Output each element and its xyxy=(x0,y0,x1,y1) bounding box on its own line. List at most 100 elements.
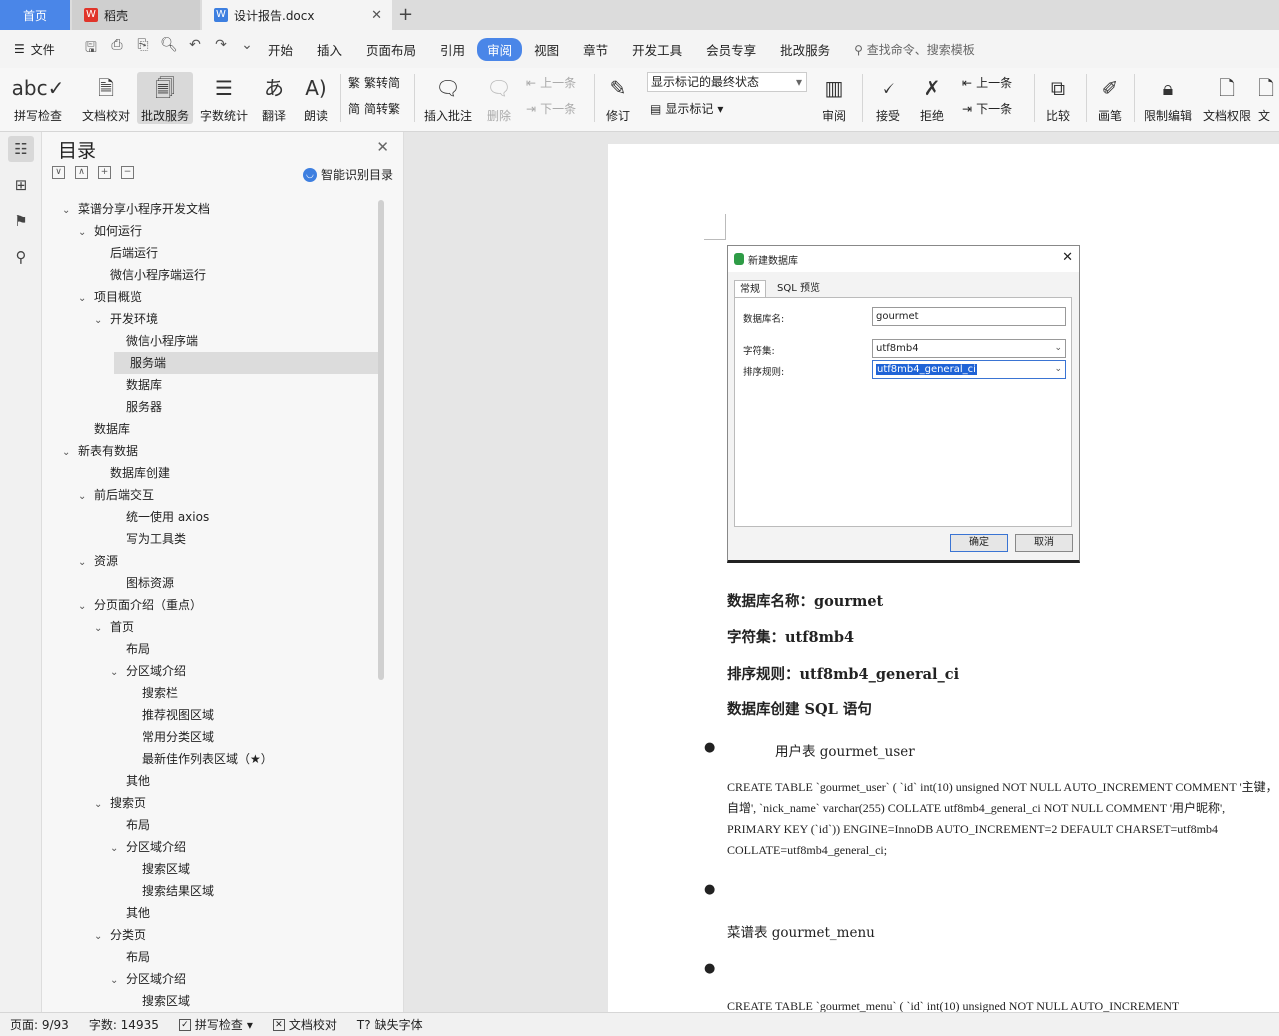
translate-button[interactable]: あ翻译 xyxy=(256,72,292,124)
prev-change-button[interactable]: ⇤ 上一条 xyxy=(962,74,1012,91)
save-icon[interactable]: 🖫 xyxy=(82,37,100,61)
menu-view[interactable]: 视图 xyxy=(522,40,571,59)
toc-scrollbar[interactable] xyxy=(378,200,384,680)
toc-panel-icon[interactable]: ☷ xyxy=(8,136,34,162)
menu-references[interactable]: 引用 xyxy=(428,40,477,59)
toc-item[interactable]: 搜索栏 xyxy=(126,682,178,704)
menu-start[interactable]: 开始 xyxy=(256,40,305,59)
chevron-down-icon[interactable]: ⌄ xyxy=(78,222,94,244)
next-change-button[interactable]: ⇥ 下一条 xyxy=(962,100,1012,117)
toc-item[interactable]: 写为工具类 xyxy=(110,528,186,550)
toc-item[interactable]: ⌄ 资源 xyxy=(78,550,118,572)
word-count-button[interactable]: ☰ 字数统计 xyxy=(197,72,251,124)
toc-item[interactable]: 其他 xyxy=(110,770,150,792)
toc-item[interactable]: 常用分类区域 xyxy=(126,726,214,748)
menu-developer[interactable]: 开发工具 xyxy=(620,40,694,59)
toc-item[interactable]: 图标资源 xyxy=(110,572,174,594)
toc-item[interactable]: 数据库 xyxy=(78,418,130,440)
print-icon[interactable]: ⎘ xyxy=(134,37,152,61)
chevron-down-icon[interactable]: ⌄ xyxy=(78,486,94,508)
toc-item[interactable]: ⌄ 首页 xyxy=(94,616,134,638)
close-icon[interactable]: ✕ xyxy=(376,138,389,156)
expand-all-icon[interactable]: ∧ xyxy=(75,166,88,179)
toc-item[interactable]: 搜索区域 xyxy=(126,990,190,1008)
toc-item[interactable]: 服务端 xyxy=(114,352,378,374)
redo-icon[interactable]: ↷ xyxy=(212,37,230,61)
toc-item[interactable]: ⌄ 项目概览 xyxy=(78,286,142,308)
bookmark-icon[interactable]: ⚑ xyxy=(8,208,34,234)
track-changes-button[interactable]: ✎ 修订 xyxy=(600,72,636,124)
toc-item[interactable]: ⌄ 新表有数据 xyxy=(62,440,138,462)
doc-cut-button[interactable]: 🗋 文 xyxy=(1258,72,1279,124)
status-spell-check[interactable]: ✓ 拼写检查 ▾ xyxy=(169,1016,263,1033)
toc-item[interactable]: 其他 xyxy=(110,902,150,924)
file-menu-button[interactable]: ☰ 文件 xyxy=(14,41,76,58)
toc-item[interactable]: 布局 xyxy=(110,638,150,660)
toc-item[interactable]: ⌄ 前后端交互 xyxy=(78,484,154,506)
correction-service-button[interactable]: 🗐 批改服务 xyxy=(137,72,193,124)
next-comment-button[interactable]: ⇥ 下一条 xyxy=(526,100,576,117)
chevron-down-icon[interactable]: ⌄ xyxy=(62,442,78,464)
chevron-down-icon[interactable]: ⌄ xyxy=(62,200,78,222)
toc-item[interactable]: 搜索区域 xyxy=(126,858,190,880)
toc-item[interactable]: ⌄ 分类页 xyxy=(94,924,146,946)
tab-home[interactable]: 首页 xyxy=(0,0,70,30)
toc-item[interactable]: 微信小程序端 xyxy=(110,330,198,352)
chevron-down-icon[interactable]: ⌄ xyxy=(78,596,94,618)
toc-item[interactable]: 布局 xyxy=(110,814,150,836)
compare-button[interactable]: ⧉ 比较 xyxy=(1040,72,1076,124)
toc-item[interactable]: ⌄ 分区域介绍 xyxy=(110,836,186,858)
chevron-down-icon[interactable]: ⌄ xyxy=(110,662,126,684)
tab-close-icon[interactable]: ✕ xyxy=(371,8,382,23)
doc-permission-button[interactable]: 🗋 文档权限 xyxy=(1200,72,1254,124)
outline-panel-icon[interactable]: ⊞ xyxy=(8,172,34,198)
delete-comment-button[interactable]: 🗨 删除 xyxy=(480,72,518,124)
chevron-down-icon[interactable]: ⌄ xyxy=(110,838,126,860)
missing-font-button[interactable]: T? 缺失字体 xyxy=(347,1016,433,1033)
chevron-down-icon[interactable]: ⌄ xyxy=(110,970,126,992)
toc-item[interactable]: ⌄ 菜谱分享小程序开发文档 xyxy=(62,198,210,220)
toc-item[interactable]: 最新佳作列表区域（★） xyxy=(126,748,273,770)
reject-button[interactable]: ✗ 拒绝 xyxy=(914,72,950,124)
chevron-down-icon[interactable]: ⌄ xyxy=(94,618,110,640)
tab-wps[interactable]: W 稻壳 xyxy=(72,0,200,30)
menu-review[interactable]: 审阅 xyxy=(477,37,523,61)
menu-page-layout[interactable]: 页面布局 xyxy=(354,40,428,59)
chevron-down-icon[interactable]: ⌄ xyxy=(78,288,94,310)
toc-item[interactable]: 微信小程序端运行 xyxy=(94,264,206,286)
accept-button[interactable]: 🗸 接受 xyxy=(870,72,906,124)
add-level-icon[interactable]: + xyxy=(98,166,111,179)
chevron-down-icon[interactable]: ⌄ xyxy=(94,926,110,948)
toc-item[interactable]: ⌄ 分页面介绍（重点） xyxy=(78,594,202,616)
menu-chapter[interactable]: 章节 xyxy=(571,40,620,59)
toc-item[interactable]: 数据库创建 xyxy=(94,462,170,484)
markup-state-select[interactable]: 显示标记的最终状态 xyxy=(647,72,807,92)
prev-comment-button[interactable]: ⇤ 上一条 xyxy=(526,74,576,91)
chevron-down-icon[interactable]: ⌄ xyxy=(78,552,94,574)
insert-comment-button[interactable]: 🗨 插入批注 xyxy=(420,72,476,124)
review-pane-button[interactable]: ▥ 审阅 xyxy=(816,72,852,124)
toc-item[interactable]: ⌄ 搜索页 xyxy=(94,792,146,814)
toc-item[interactable]: ⌄ 开发环境 xyxy=(94,308,158,330)
more-chevron-icon[interactable]: ⌄ xyxy=(238,37,256,61)
toc-item[interactable]: 数据库 xyxy=(110,374,162,396)
word-count-indicator[interactable]: 字数: 14935 xyxy=(79,1016,169,1033)
toc-item[interactable]: 后端运行 xyxy=(94,242,158,264)
doc-check-button[interactable]: 🗎 文档校对 xyxy=(78,72,134,124)
pen-button[interactable]: ✐ 画笔 xyxy=(1094,72,1126,124)
show-markup-button[interactable]: ▤ 显示标记 ▾ xyxy=(650,100,723,117)
toc-item[interactable]: 搜索结果区域 xyxy=(126,880,214,902)
print-preview-icon[interactable]: 🔍︎ xyxy=(160,37,178,61)
remove-level-icon[interactable]: − xyxy=(121,166,134,179)
page-indicator[interactable]: 页面: 9/93 xyxy=(0,1016,79,1033)
toc-item[interactable]: 服务器 xyxy=(110,396,162,418)
status-doc-check[interactable]: ✕ 文档校对 xyxy=(263,1016,347,1033)
tab-document[interactable]: W 设计报告.docx ✕ xyxy=(202,0,392,30)
toc-item[interactable]: 布局 xyxy=(110,946,150,968)
toc-item[interactable]: ⌄ 如何运行 xyxy=(78,220,142,242)
new-tab-icon[interactable]: + xyxy=(398,4,413,25)
document-page[interactable]: 新建数据库 ✕ 常规 SQL 预览 数据库名: gourmet 字符集: utf… xyxy=(608,144,1279,1012)
undo-icon[interactable]: ↶ xyxy=(186,37,204,61)
toc-item[interactable]: ⌄ 分区域介绍 xyxy=(110,968,186,990)
simplified-to-traditional-button[interactable]: 简简转繁 xyxy=(348,100,400,117)
